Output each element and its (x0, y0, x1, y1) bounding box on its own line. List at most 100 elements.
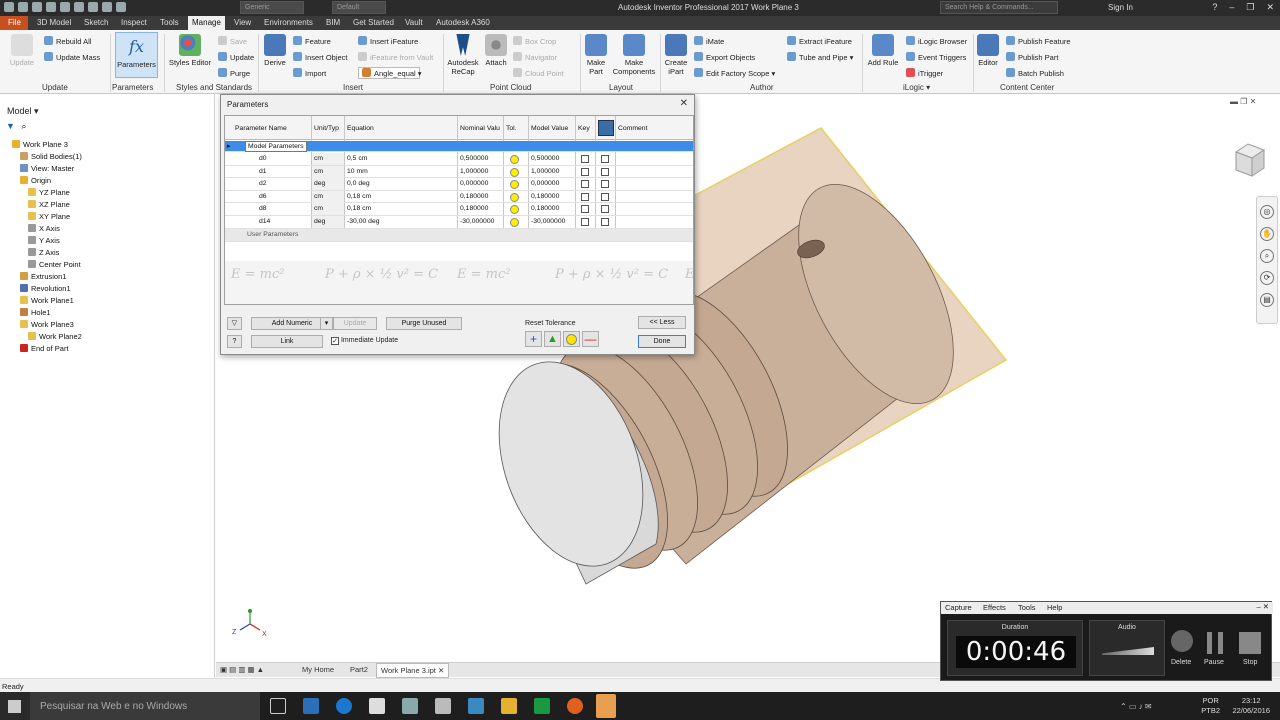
tab-inspect[interactable]: Inspect (121, 18, 147, 27)
tree-item[interactable]: Solid Bodies(1) (20, 152, 82, 161)
viewport-minimize-icon[interactable]: ▬ ❐ ✕ (1230, 97, 1256, 106)
open-icon[interactable] (32, 2, 42, 12)
derive-button[interactable]: Derive (262, 34, 288, 67)
tile-icons[interactable]: ▣ ▤ ▥ ▦ ▲ (220, 665, 264, 674)
export-checkbox[interactable] (601, 192, 609, 201)
equation-cell[interactable]: -30,00 deg (347, 218, 380, 225)
doc-tab-part2[interactable]: Part2 (350, 665, 368, 674)
find-icon[interactable]: ⌕ (21, 121, 26, 131)
recorder-menu-tools[interactable]: Tools (1018, 603, 1036, 612)
tab-sketch[interactable]: Sketch (84, 18, 108, 27)
col-parameter-name[interactable]: Parameter Name (235, 125, 310, 132)
pan-icon[interactable]: ✋ (1260, 227, 1274, 241)
col-equation[interactable]: Equation (347, 125, 452, 132)
tolerance-icon[interactable] (510, 192, 519, 202)
tree-item[interactable]: XZ Plane (28, 200, 70, 209)
tab-environments[interactable]: Environments (264, 18, 313, 27)
tab-tools[interactable]: Tools (160, 18, 179, 27)
tab-vault[interactable]: Vault (405, 18, 423, 27)
look-at-icon[interactable]: ▤ (1260, 293, 1274, 307)
firefox-icon[interactable] (567, 698, 583, 714)
pause-label[interactable]: Pause (1204, 659, 1224, 666)
recap-button[interactable]: Autodesk ReCap (446, 34, 480, 76)
browser-header[interactable]: Model ▾ (7, 106, 39, 117)
key-checkbox[interactable] (581, 180, 589, 189)
file-explorer-icon[interactable] (501, 698, 517, 714)
col-comment[interactable]: Comment (618, 125, 678, 132)
recorder-close-icon[interactable]: – ✕ (1256, 602, 1269, 611)
imate-button[interactable]: iMate (694, 36, 724, 46)
tree-item[interactable]: Hole1 (20, 308, 51, 317)
calendar-icon[interactable] (369, 698, 385, 714)
inventor-icon[interactable] (596, 694, 616, 718)
edit-factory-scope-button[interactable]: Edit Factory Scope ▾ (694, 68, 775, 78)
tolerance-icon[interactable] (510, 167, 519, 177)
equation-cell[interactable]: 0,5 cm (347, 155, 367, 162)
tree-item[interactable]: End of Part (20, 344, 69, 353)
tree-item[interactable]: Extrusion1 (20, 272, 66, 281)
key-checkbox[interactable] (581, 218, 589, 226)
group-row-user-parameters[interactable]: User Parameters (225, 229, 693, 242)
batch-publish-button[interactable]: Batch Publish (1006, 68, 1064, 78)
update-mass-button[interactable]: Update Mass (44, 52, 100, 62)
col-model-value[interactable]: Model Value (531, 125, 577, 132)
tab-file[interactable]: File (0, 16, 28, 30)
cloud-point-button[interactable]: Cloud Point (513, 68, 564, 78)
update-button[interactable]: Update (8, 34, 36, 67)
stop-icon[interactable] (1239, 632, 1261, 654)
styles-save-button[interactable]: Save (218, 36, 247, 46)
tree-item[interactable]: X Axis (28, 224, 60, 233)
publish-part-button[interactable]: Publish Part (1006, 52, 1058, 62)
equation-cell[interactable]: 0,18 cm (347, 205, 371, 212)
done-button[interactable]: Done (638, 335, 686, 348)
home-icon[interactable] (88, 2, 98, 12)
tree-item[interactable]: Z Axis (28, 248, 59, 257)
col-key[interactable]: Key (578, 125, 594, 132)
tree-item[interactable]: Y Axis (28, 236, 60, 245)
add-numeric-dropdown-icon[interactable]: ▾ (320, 318, 332, 329)
select-icon[interactable] (116, 2, 126, 12)
add-numeric-button[interactable]: Add Numeric ▾ (251, 317, 333, 330)
delete-label[interactable]: Delete (1171, 659, 1191, 666)
steering-wheel-icon[interactable]: ◎ (1260, 205, 1274, 219)
parameter-row[interactable]: d8 cm 0,18 cm 0,180000 0,180000 (225, 203, 693, 216)
taskbar-clock[interactable]: 23:12 22/06/2016 (1232, 696, 1270, 716)
tree-item[interactable]: XY Plane (28, 212, 70, 221)
styles-update-button[interactable]: Update (218, 52, 254, 62)
help-search-input[interactable]: Search Help & Commands... (940, 1, 1058, 14)
tube-and-pipe-button[interactable]: Tube and Pipe ▾ (787, 52, 853, 62)
navigator-button[interactable]: Navigator (513, 52, 557, 62)
edge-icon[interactable] (336, 698, 352, 714)
store-icon[interactable] (303, 698, 319, 714)
dialog-close-icon[interactable]: ✕ (680, 98, 688, 109)
parameters-button[interactable]: fx Parameters (115, 32, 158, 78)
box-crop-button[interactable]: Box Crop (513, 36, 556, 46)
styles-purge-button[interactable]: Purge (218, 68, 250, 78)
help-button[interactable]: ? (227, 335, 242, 348)
attach-button[interactable]: Attach (483, 34, 509, 67)
insert-object-button[interactable]: Insert Object (293, 52, 348, 62)
parameter-row[interactable]: d14 deg -30,00 deg -30,000000 -30,000000 (225, 216, 693, 229)
tree-item[interactable]: Work Plane2 (28, 332, 82, 341)
link-button[interactable]: Link (251, 335, 323, 348)
make-part-button[interactable]: Make Part (584, 34, 608, 76)
orbit-icon[interactable]: ⟳ (1260, 271, 1274, 285)
recorder-menu-help[interactable]: Help (1047, 603, 1062, 612)
col-nominal[interactable]: Nominal Valu (460, 125, 502, 132)
tolerance-icon[interactable] (510, 155, 519, 164)
taskbar-search-input[interactable]: Pesquisar na Web e no Windows (30, 692, 260, 720)
event-triggers-button[interactable]: Event Triggers (906, 52, 966, 62)
tree-item[interactable]: YZ Plane (28, 188, 70, 197)
tolerance-icon[interactable] (510, 180, 519, 190)
publish-feature-button[interactable]: Publish Feature (1006, 36, 1071, 46)
equation-cell[interactable]: 10 mm (347, 168, 368, 175)
rebuild-all-button[interactable]: Rebuild All (44, 36, 91, 46)
col-tolerance[interactable]: Tol. (506, 125, 524, 132)
styles-editor-button[interactable]: Styles Editor (168, 34, 212, 67)
tree-item[interactable]: View: Master (20, 164, 74, 173)
itrigger-button[interactable]: iTrigger (906, 68, 943, 78)
print-icon[interactable] (102, 2, 112, 12)
export-checkbox[interactable] (601, 155, 609, 163)
minimize-icon[interactable]: – (1229, 2, 1234, 13)
tree-item[interactable]: Revolution1 (20, 284, 71, 293)
